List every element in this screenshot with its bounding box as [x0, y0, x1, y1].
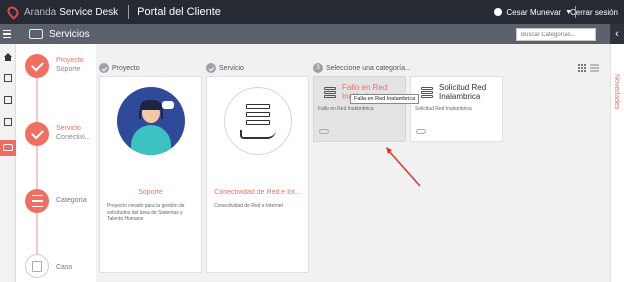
annotation-arrow	[386, 147, 421, 187]
